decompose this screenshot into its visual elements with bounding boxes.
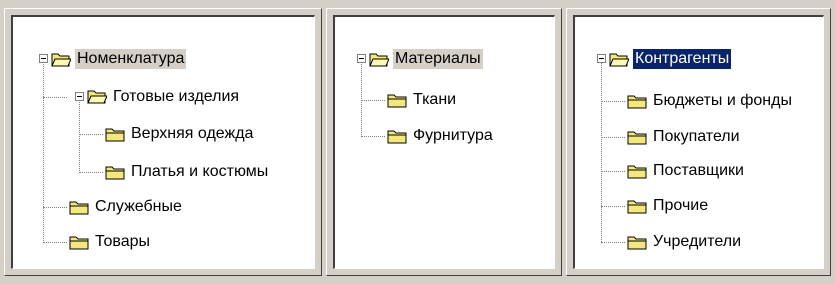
- tree-node-root-label[interactable]: Материалы: [393, 49, 483, 69]
- tree-node-label[interactable]: Товары: [93, 232, 152, 252]
- collapse-toggle[interactable]: [75, 92, 84, 101]
- tree-node-label[interactable]: Прочие: [651, 196, 710, 216]
- collapse-toggle[interactable]: [597, 54, 606, 63]
- tree-node-root-label[interactable]: Контрагенты: [631, 48, 733, 70]
- tree-node-label[interactable]: Покупатели: [651, 127, 742, 147]
- folder-icon: [105, 164, 125, 180]
- tree-panel-nomenclature: Номенклатура Готовые изделия Верхняя оде…: [4, 8, 322, 276]
- folder-open-icon: [51, 51, 72, 67]
- folder-icon: [627, 163, 647, 179]
- tree-node-label[interactable]: Верхняя одежда: [129, 124, 255, 144]
- folder-icon: [627, 129, 647, 145]
- tree-view[interactable]: Контрагенты Бюджеты и фонды Покупатели П…: [573, 15, 824, 269]
- folder-open-icon: [609, 51, 630, 67]
- folder-open-icon: [369, 51, 390, 67]
- tree-node-label[interactable]: Служебные: [93, 197, 184, 217]
- tree-node-label[interactable]: Бюджеты и фонды: [651, 91, 794, 111]
- folder-icon: [105, 126, 125, 142]
- tree-panel-counterparties: Контрагенты Бюджеты и фонды Покупатели П…: [566, 8, 831, 276]
- tree-node-label[interactable]: Ткани: [411, 90, 458, 110]
- folder-open-icon: [87, 88, 108, 104]
- folder-icon: [387, 92, 407, 108]
- tree-view[interactable]: Номенклатура Готовые изделия Верхняя оде…: [11, 15, 315, 269]
- tree-node-label[interactable]: Фурнитура: [411, 126, 495, 146]
- collapse-toggle[interactable]: [39, 54, 48, 63]
- folder-icon: [69, 234, 89, 250]
- folder-icon: [387, 128, 407, 144]
- collapse-toggle[interactable]: [357, 54, 366, 63]
- tree-view[interactable]: Материалы Ткани Фурнитура: [333, 15, 555, 269]
- tree-node-label[interactable]: Готовые изделия: [111, 87, 241, 107]
- folder-icon: [627, 198, 647, 214]
- tree-panel-materials: Материалы Ткани Фурнитура: [326, 8, 562, 276]
- tree-node-label[interactable]: Поставщики: [651, 161, 746, 181]
- folder-icon: [69, 199, 89, 215]
- tree-node-root-label[interactable]: Номенклатура: [75, 49, 187, 69]
- tree-node-label[interactable]: Учредители: [651, 232, 743, 252]
- folder-icon: [627, 234, 647, 250]
- tree-node-label[interactable]: Платья и костюмы: [129, 162, 270, 182]
- folder-icon: [627, 93, 647, 109]
